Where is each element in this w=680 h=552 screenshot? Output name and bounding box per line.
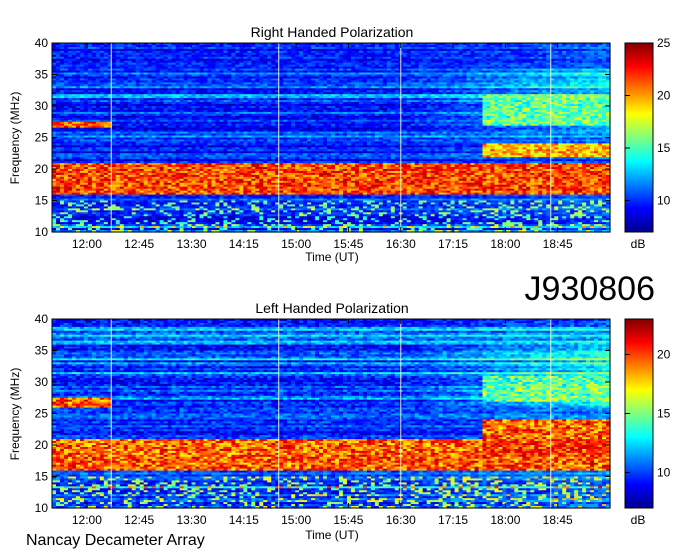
- right-spectrogram-heatmap: [52, 43, 611, 233]
- dynamic-spectrum-figure: Right Handed Polarization 10152025303540…: [0, 0, 680, 552]
- right-polarization-panel: Right Handed Polarization 10152025303540…: [8, 24, 671, 264]
- right-panel-title: Right Handed Polarization: [251, 24, 414, 40]
